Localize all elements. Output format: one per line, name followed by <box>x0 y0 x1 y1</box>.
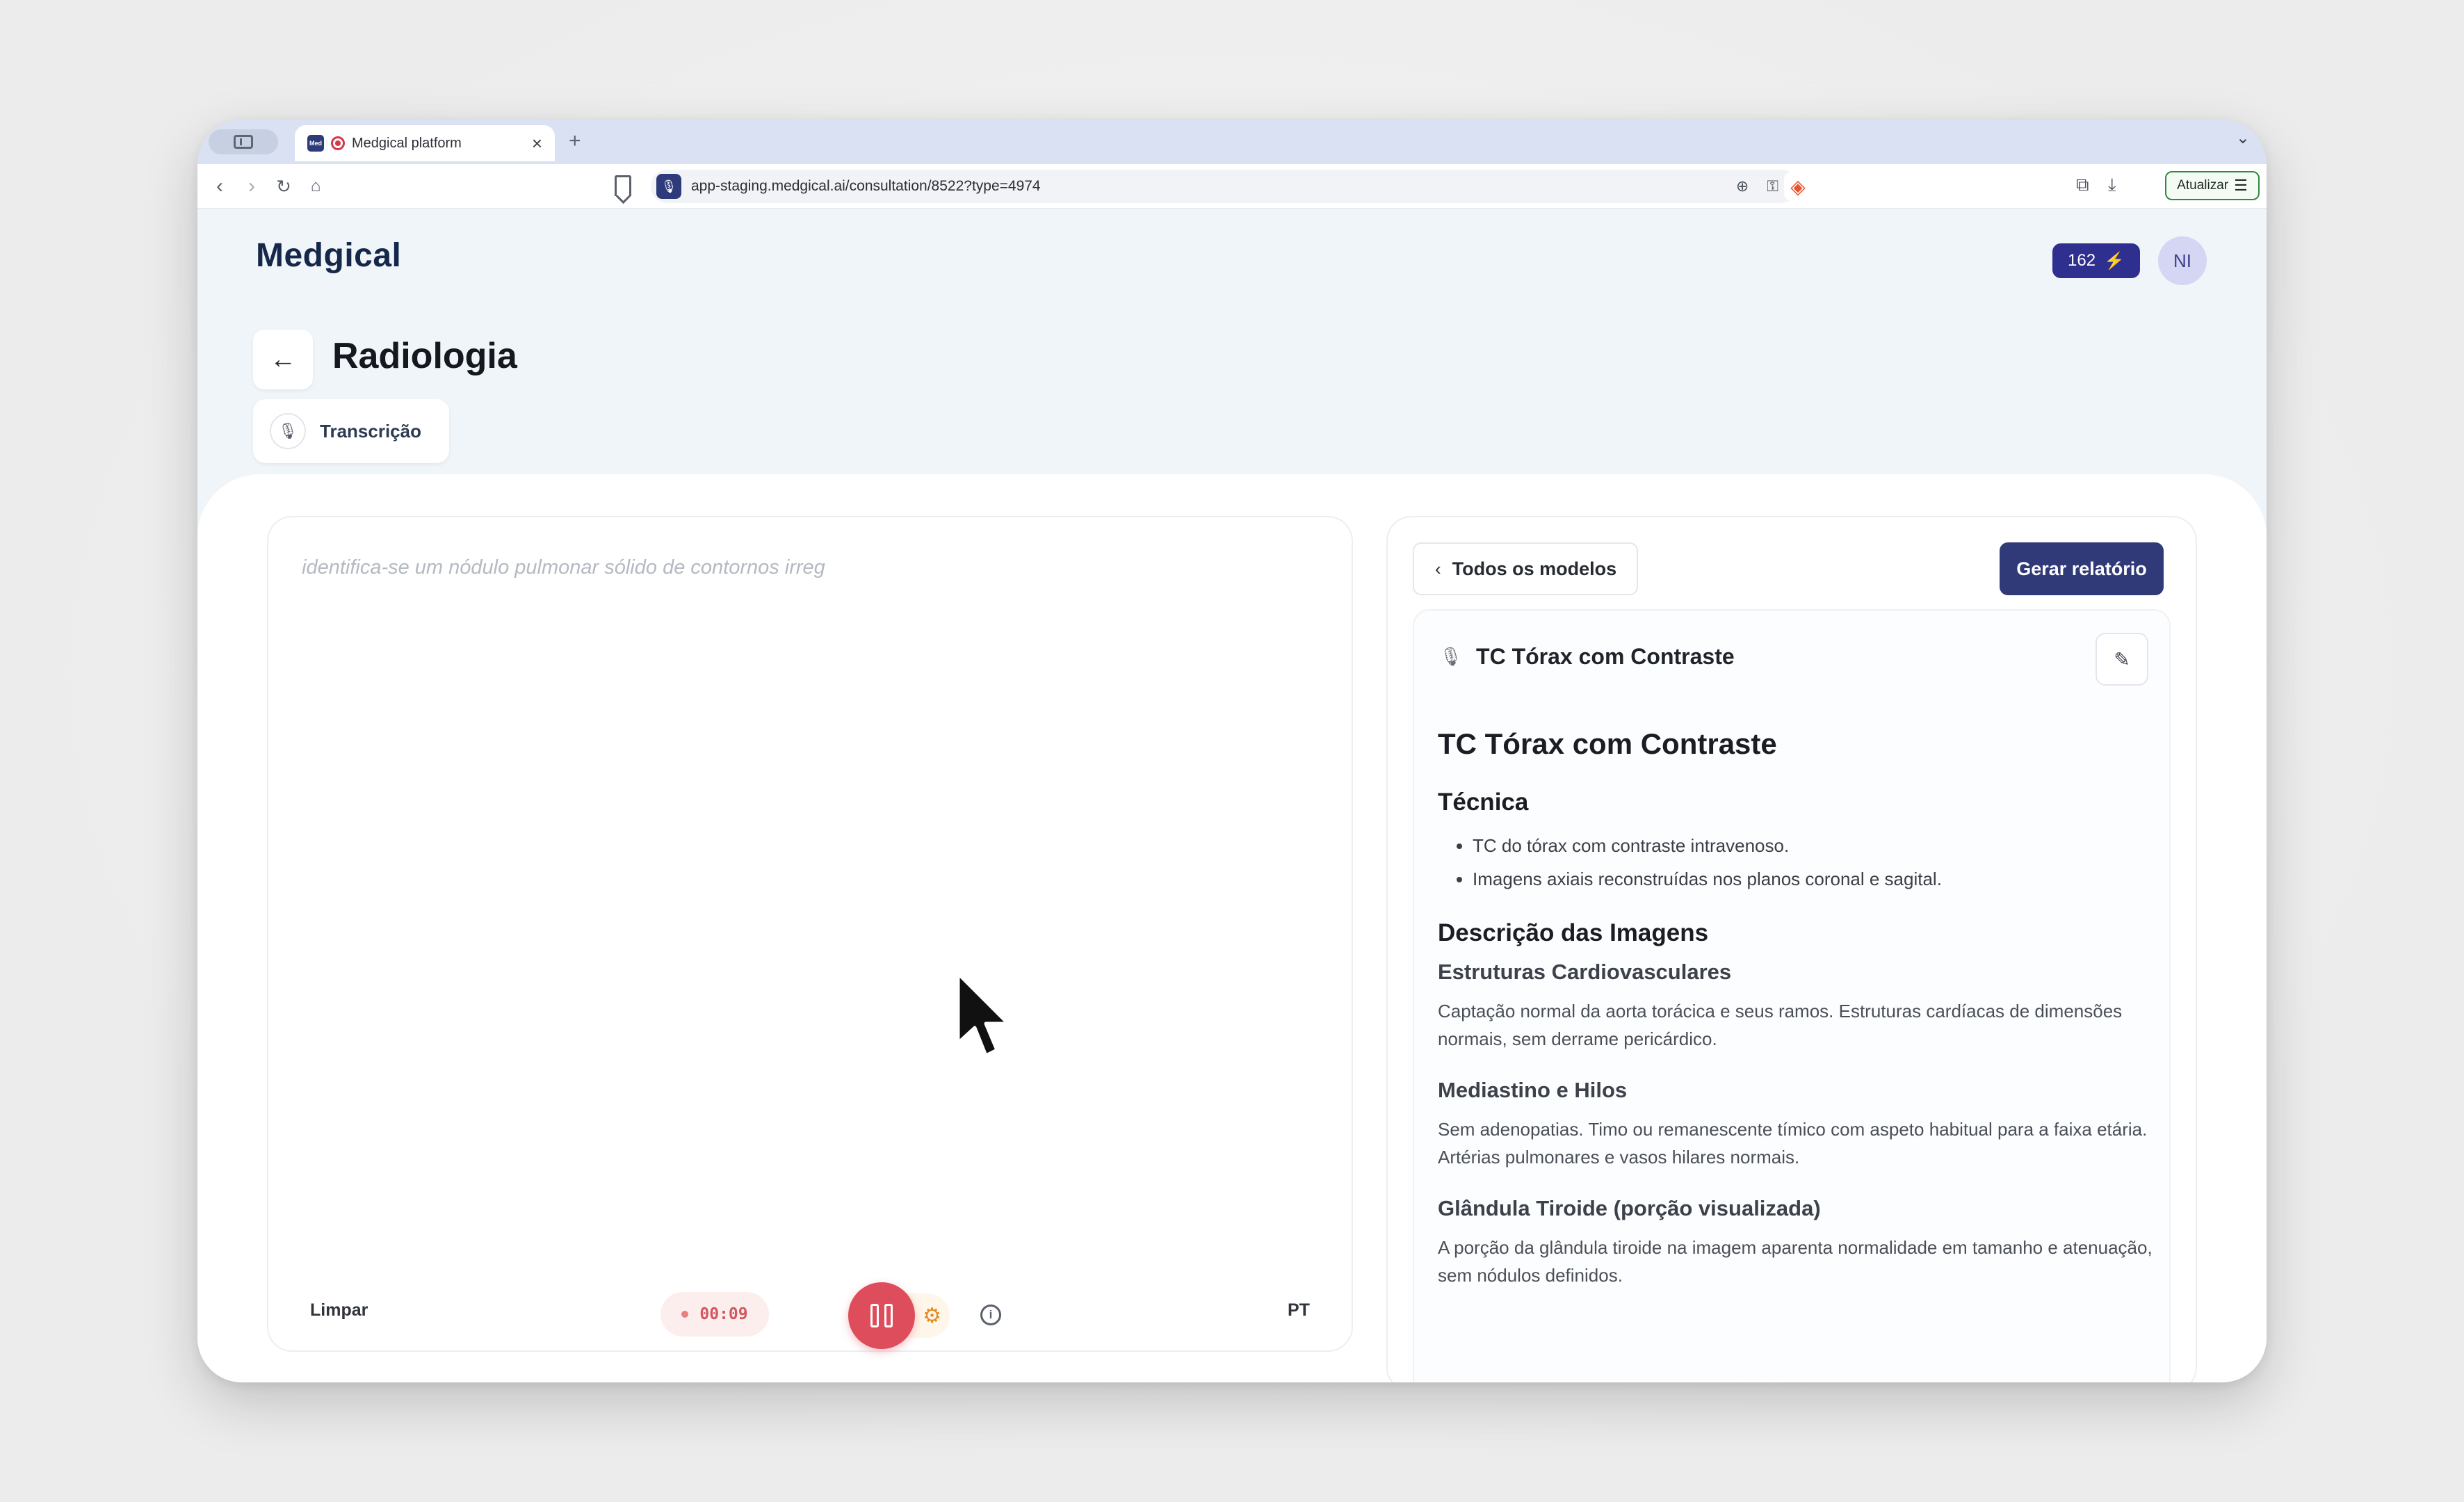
section-heading: Glândula Tiroide (porção visualizada) <box>1438 1196 1821 1220</box>
section-heading: Mediastino e Hilos <box>1438 1078 1628 1102</box>
tab-transcription[interactable]: 🎙 Transcrição <box>253 399 449 463</box>
pause-button[interactable] <box>848 1282 915 1349</box>
all-models-button[interactable]: ‹ Todos os modelos <box>1413 542 1638 595</box>
menu-icon: ☰ <box>2234 177 2248 194</box>
template-header: 🎙 TC Tórax com Contraste <box>1439 644 1735 670</box>
update-label: Atualizar <box>2177 178 2229 193</box>
language-selector[interactable]: PT <box>1288 1300 1310 1321</box>
list-item: TC do tórax com contraste intravenoso. <box>1473 829 2154 862</box>
page-title: Radiologia <box>332 336 517 376</box>
back-arrow-icon[interactable]: ‹ <box>206 172 234 200</box>
microphone-permission-icon[interactable]: 🎙 <box>656 174 681 199</box>
report-content: TC Tórax com Contraste Técnica TC do tór… <box>1438 727 2154 1314</box>
medgical-favicon-icon: Med <box>307 135 324 152</box>
chevron-down-icon[interactable]: ⌄ <box>2236 128 2250 148</box>
list-item: Imagens axiais reconstruídas nos planos … <box>1473 862 2154 896</box>
technique-heading: Técnica <box>1438 789 1529 816</box>
browser-tab[interactable]: Med Medgical platform × <box>295 125 555 161</box>
credits-count: 162 <box>2068 251 2096 270</box>
sidebar-icon <box>234 135 253 149</box>
browser-toolbar: ‹ › ↻ ⌂ 🎙 app-staging.medgical.ai/consul… <box>197 164 2267 209</box>
microphone-icon: 🎙 <box>270 413 306 449</box>
back-button[interactable]: ← <box>253 330 313 389</box>
edit-template-button[interactable]: ✎ <box>2096 633 2148 686</box>
template-name: TC Tórax com Contraste <box>1476 644 1735 669</box>
transcription-editor[interactable]: identifica-se um nódulo pulmonar sólido … <box>267 516 1353 1352</box>
recording-dot-icon <box>681 1311 689 1318</box>
lightning-icon: ⚡ <box>2104 251 2125 270</box>
pencil-icon: ✎ <box>2114 648 2130 670</box>
generate-report-button[interactable]: Gerar relatório <box>2000 542 2164 595</box>
all-models-label: Todos os modelos <box>1452 558 1617 579</box>
home-icon[interactable]: ⌂ <box>302 172 330 200</box>
technique-list: TC do tórax com contraste intravenoso. I… <box>1473 829 2154 896</box>
pause-icon <box>870 1304 893 1327</box>
url-text: app-staging.medgical.ai/consultation/852… <box>691 178 1041 194</box>
tab-title: Medgical platform <box>352 135 462 151</box>
microphone-icon: 🎙 <box>1439 646 1463 667</box>
extensions-icon[interactable]: ⧉ <box>2076 174 2089 196</box>
section-heading: Estruturas Cardiovasculares <box>1438 960 1732 984</box>
update-button[interactable]: Atualizar ☰ <box>2165 171 2260 200</box>
close-tab-icon[interactable]: × <box>532 133 542 154</box>
medgical-logo: Medgical <box>256 237 402 274</box>
transcription-text: identifica-se um nódulo pulmonar sólido … <box>302 556 825 579</box>
clear-button[interactable]: Limpar <box>310 1300 368 1321</box>
brave-shield-icon[interactable]: ◈ <box>1784 172 1812 200</box>
section-text: A porção da glândula tiroide na imagem a… <box>1438 1237 2153 1286</box>
recording-timer: 00:09 <box>660 1292 769 1337</box>
key-icon[interactable]: ⚿ <box>1767 177 1778 195</box>
report-title: TC Tórax com Contraste <box>1438 727 1777 760</box>
info-icon[interactable]: i <box>980 1305 1001 1325</box>
recording-indicator-icon <box>331 136 345 150</box>
sidebar-toggle-button[interactable] <box>209 129 278 154</box>
download-icon[interactable]: ⤓ <box>2108 174 2116 196</box>
section-text: Captação normal da aorta torácica e seus… <box>1438 1001 2123 1049</box>
new-tab-icon[interactable]: + <box>569 129 581 153</box>
report-panel: ‹ Todos os modelos Gerar relatório 🎙 TC … <box>1386 516 2197 1382</box>
browser-window: Med Medgical platform × + ⌄ ‹ › ↻ ⌂ 🎙 ap… <box>197 120 2267 1382</box>
images-heading: Descrição das Imagens <box>1438 919 1709 946</box>
forward-arrow-icon[interactable]: › <box>238 172 266 200</box>
bookmark-icon[interactable] <box>615 175 631 196</box>
zoom-icon[interactable]: ⊕ <box>1736 177 1749 195</box>
reload-icon[interactable]: ↻ <box>270 172 298 200</box>
address-bar[interactable]: 🎙 app-staging.medgical.ai/consultation/8… <box>651 170 1798 203</box>
section-text: Sem adenopatias. Timo ou remanescente tí… <box>1438 1119 2148 1168</box>
report-template-card: 🎙 TC Tórax com Contraste ✎ TC Tórax com … <box>1413 609 2171 1382</box>
tab-strip: Med Medgical platform × + ⌄ <box>197 120 2267 164</box>
arrow-left-icon: ← <box>270 344 296 374</box>
gear-icon: ⚙ <box>923 1304 941 1327</box>
tab-transcription-label: Transcrição <box>320 420 421 442</box>
mouse-cursor-icon <box>956 971 1010 1058</box>
timer-value: 00:09 <box>699 1305 748 1323</box>
credits-badge[interactable]: 162 ⚡ <box>2052 243 2140 278</box>
chevron-left-icon: ‹ <box>1435 558 1441 579</box>
user-avatar[interactable]: NI <box>2158 236 2207 285</box>
